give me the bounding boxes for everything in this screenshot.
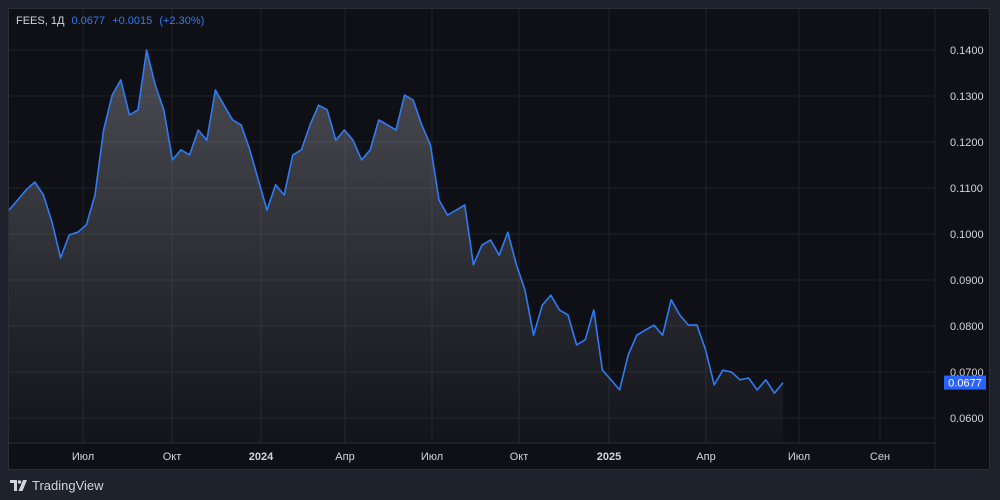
x-tick-label: Апр (335, 451, 354, 463)
y-tick-label: 0.1300 (950, 91, 984, 103)
price-change: +0.0015 (112, 15, 153, 27)
y-tick-label: 0.1100 (950, 183, 983, 195)
x-tick-label: Окт (163, 451, 182, 463)
y-tick-label: 0.0900 (950, 275, 984, 287)
last-price-badge-label: 0.0677 (948, 378, 982, 390)
price-chart[interactable]: 0.1400 0.1300 0.1200 0.1100 0.1000 0.0900 0.08… (0, 0, 1000, 500)
x-tick-label: Июл (421, 451, 443, 463)
y-tick-label: 0.1400 (950, 45, 984, 57)
symbol-label: FEES, 1Д (16, 15, 65, 27)
x-tick-label: Июл (788, 451, 810, 463)
x-tick-label: 2024 (249, 451, 274, 463)
tradingview-logo-icon (10, 480, 27, 491)
x-tick-label: Июл (72, 451, 94, 463)
x-tick-label: Сен (870, 451, 890, 463)
brand-name: TradingView (32, 478, 104, 493)
x-tick-label: 2025 (597, 451, 621, 463)
x-tick-label: Апр (696, 451, 715, 463)
x-tick-label: Окт (510, 451, 529, 463)
y-tick-label: 0.0800 (950, 321, 984, 333)
y-tick-label: 0.1200 (950, 137, 984, 149)
area-fill (9, 50, 783, 443)
y-tick-label: 0.0600 (950, 413, 984, 425)
y-tick-label: 0.1000 (950, 229, 984, 241)
price-change-percent: (+2.30%) (159, 15, 205, 27)
last-price: 0.0677 (71, 15, 106, 27)
tradingview-logo[interactable]: TradingView (10, 478, 104, 493)
chart-legend: FEES, 1Д 0.0677 +0.0015 (+2.30%) (16, 15, 204, 27)
